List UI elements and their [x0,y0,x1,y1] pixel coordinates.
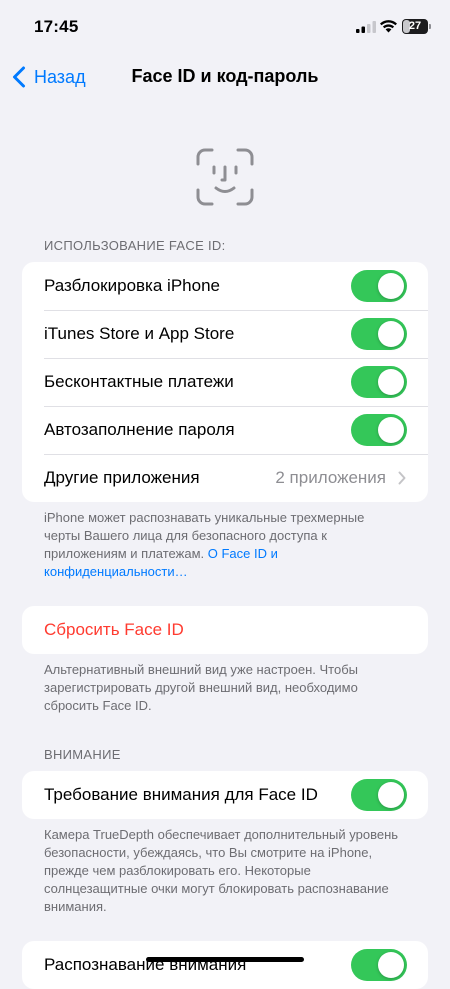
toggle-knob [378,321,404,347]
toggle-row-require-attention: Требование внимания для Face ID [22,771,428,819]
wifi-icon [380,20,397,33]
footer-description: iPhone может распознавать уникальные тре… [44,510,365,561]
password-autofill-toggle[interactable] [351,414,407,446]
toggle-row-itunes-app-store: iTunes Store и App Store [22,310,428,358]
face-id-usage-header: Использование Face ID: [44,238,226,253]
toggle-knob [378,273,404,299]
row-label: Требование внимания для Face ID [44,785,318,804]
reset-footer: Альтернативный внешний вид уже настроен.… [44,662,358,713]
navigation-bar: Назад Face ID и код-пароль [0,52,450,100]
battery-tip [429,24,431,29]
toggle-knob [378,369,404,395]
attention-header: Внимание [44,747,121,762]
chevron-right-icon [398,471,406,485]
cellular-signal-icon [356,21,376,33]
iphone-unlock-toggle[interactable] [351,270,407,302]
require-attention-toggle[interactable] [351,779,407,811]
home-indicator[interactable] [146,957,304,962]
battery-level: 27 [408,20,422,32]
attention-aware-toggle[interactable] [351,949,407,981]
attention-aware-card: Распознавание внимания [22,941,428,989]
reset-face-id-label: Сбросить Face ID [44,620,184,639]
reset-face-id-button[interactable]: Сбросить Face ID [22,606,428,654]
face-id-icon [196,148,254,206]
row-label: Бесконтактные платежи [44,372,234,391]
battery-indicator: 27 [402,19,432,34]
contactless-payments-toggle[interactable] [351,366,407,398]
reset-face-id-card: Сбросить Face ID [22,606,428,654]
row-label: Автозаполнение пароля [44,420,235,439]
face-id-usage-card: Разблокировка iPhone iTunes Store и App … [22,262,428,502]
face-id-usage-footer: iPhone может распознавать уникальные тре… [44,509,404,581]
other-apps-count: 2 приложения [275,468,386,487]
toggle-knob [378,417,404,443]
row-label: Разблокировка iPhone [44,276,220,295]
other-apps-row[interactable]: Другие приложения 2 приложения [22,454,428,502]
attention-footer: Камера TrueDepth обеспечивает дополнител… [44,827,399,914]
toggle-row-contactless-payments: Бесконтактные платежи [22,358,428,406]
toggle-row-password-autofill: Автозаполнение пароля [22,406,428,454]
page-title: Face ID и код-пароль [131,66,319,86]
toggle-row-iphone-unlock: Разблокировка iPhone [22,262,428,310]
toggle-row-attention-aware: Распознавание внимания [22,941,428,989]
toggle-knob [378,952,404,978]
itunes-app-store-toggle[interactable] [351,318,407,350]
row-label: iTunes Store и App Store [44,324,235,343]
status-bar: 17:45 27 [0,0,450,52]
row-label: Другие приложения [44,468,200,487]
attention-card: Требование внимания для Face ID [22,771,428,819]
status-time: 17:45 [34,17,79,36]
toggle-knob [378,782,404,808]
